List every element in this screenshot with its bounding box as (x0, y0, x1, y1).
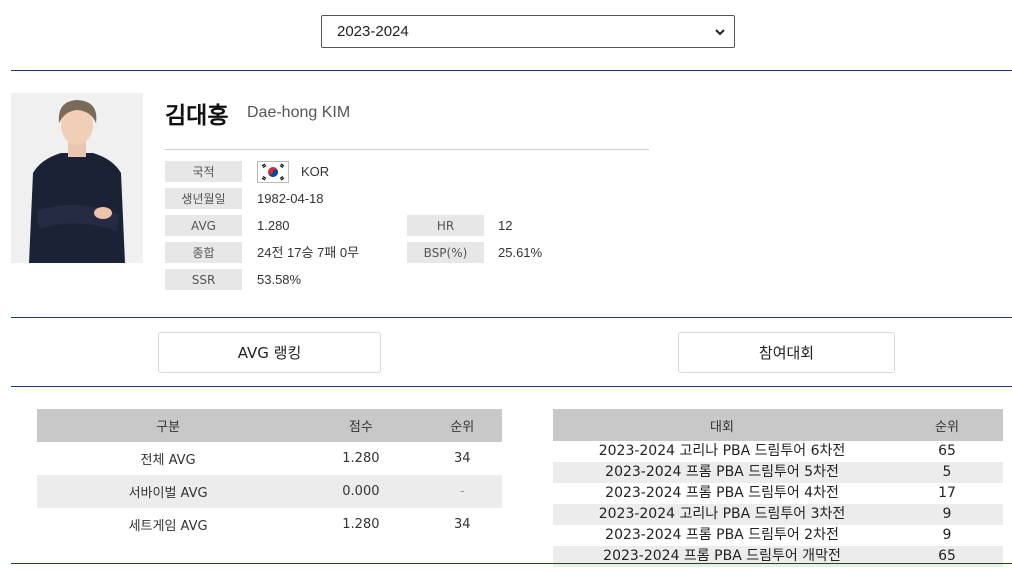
cell-rank: 9 (942, 527, 952, 543)
value-ssr: 53.58% (257, 272, 302, 287)
table-row: 2023-2024 프롬 PBA 드림투어 2차전 9 (553, 525, 1003, 546)
player-name-english: Dae-hong KIM (247, 104, 351, 121)
korea-flag-icon (257, 161, 289, 183)
label-record: 종합 (165, 242, 242, 263)
name-divider (165, 149, 649, 150)
header-category: 구분 (37, 409, 300, 442)
table-row: 2023-2024 프롬 PBA 드림투어 5차전 5 (553, 462, 1003, 483)
cell-rank: 17 (938, 485, 956, 501)
table-header-row: 대회 순위 (553, 409, 1003, 441)
cell-tournament: 2023-2024 프롬 PBA 드림투어 5차전 (553, 462, 891, 483)
player-photo (11, 93, 143, 263)
tournament-table: 대회 순위 2023-2024 고리나 PBA 드림투어 6차전 65 2023… (553, 409, 1003, 567)
value-record: 24전 17승 7패 0무 (257, 245, 360, 260)
cell-category: 서바이벌 AVG (37, 475, 300, 508)
section-divider-tabs (11, 386, 1012, 387)
value-avg: 1.280 (257, 218, 290, 233)
cell-rank: 65 (938, 443, 956, 459)
label-ssr: SSR (165, 269, 242, 290)
value-nationality: KOR (301, 164, 330, 179)
player-photo-image (11, 93, 143, 263)
cell-rank: - (422, 475, 502, 508)
label-nationality: 국적 (165, 161, 242, 182)
cell-category: 세트게임 AVG (128, 519, 208, 534)
table-row: 서바이벌 AVG 0.000 - (37, 475, 502, 508)
cell-rank: 34 (454, 517, 471, 532)
avg-ranking-table: 구분 점수 순위 전체 AVG 1.280 34 서바이벌 AVG 0.000 … (37, 409, 502, 541)
cell-score: 1.280 (342, 517, 380, 532)
label-hr: HR (407, 215, 484, 236)
section-divider-bottom (11, 563, 1012, 564)
cell-tournament: 2023-2024 고리나 PBA 드림투어 6차전 (598, 443, 846, 459)
table-row: 2023-2024 고리나 PBA 드림투어 3차전 9 (553, 504, 1003, 525)
tab-avg-ranking[interactable]: AVG 랭킹 (158, 332, 381, 373)
section-divider-middle (11, 317, 1012, 318)
cell-rank: 34 (454, 451, 471, 466)
table-row: 세트게임 AVG 1.280 34 (37, 508, 502, 541)
cell-tournament: 2023-2024 프롬 PBA 드림투어 2차전 (605, 527, 839, 543)
label-birth: 생년월일 (165, 188, 242, 209)
value-birth: 1982-04-18 (257, 191, 324, 206)
value-bsp: 25.61% (498, 245, 543, 260)
cell-tournament: 2023-2024 프롬 PBA 드림투어 4차전 (605, 485, 839, 501)
section-divider-top (11, 70, 1012, 71)
cell-score: 1.280 (342, 451, 380, 466)
header-tournament: 대회 (553, 409, 891, 441)
table-row: 전체 AVG 1.280 34 (37, 442, 502, 475)
table-row: 2023-2024 고리나 PBA 드림투어 6차전 65 (553, 441, 1003, 462)
table-row: 2023-2024 프롬 PBA 드림투어 4차전 17 (553, 483, 1003, 504)
season-select[interactable]: 2023-2024 (321, 15, 735, 48)
cell-score: 0.000 (299, 475, 423, 508)
header-rank: 순위 (422, 409, 502, 442)
player-name-korean: 김대홍 (165, 103, 229, 129)
table-header-row: 구분 점수 순위 (37, 409, 502, 442)
tab-tournaments[interactable]: 참여대회 (678, 332, 895, 373)
chevron-down-icon (715, 28, 725, 35)
cell-rank: 9 (891, 504, 1003, 525)
cell-tournament: 2023-2024 고리나 PBA 드림투어 3차전 (553, 504, 891, 525)
cell-category: 전체 AVG (140, 453, 196, 468)
label-avg: AVG (165, 215, 242, 236)
header-score: 점수 (299, 409, 423, 442)
label-bsp: BSP(%) (407, 242, 484, 263)
cell-rank: 5 (891, 462, 1003, 483)
header-rank: 순위 (891, 409, 1003, 441)
season-select-value: 2023-2024 (337, 23, 409, 40)
value-hr: 12 (498, 218, 513, 233)
